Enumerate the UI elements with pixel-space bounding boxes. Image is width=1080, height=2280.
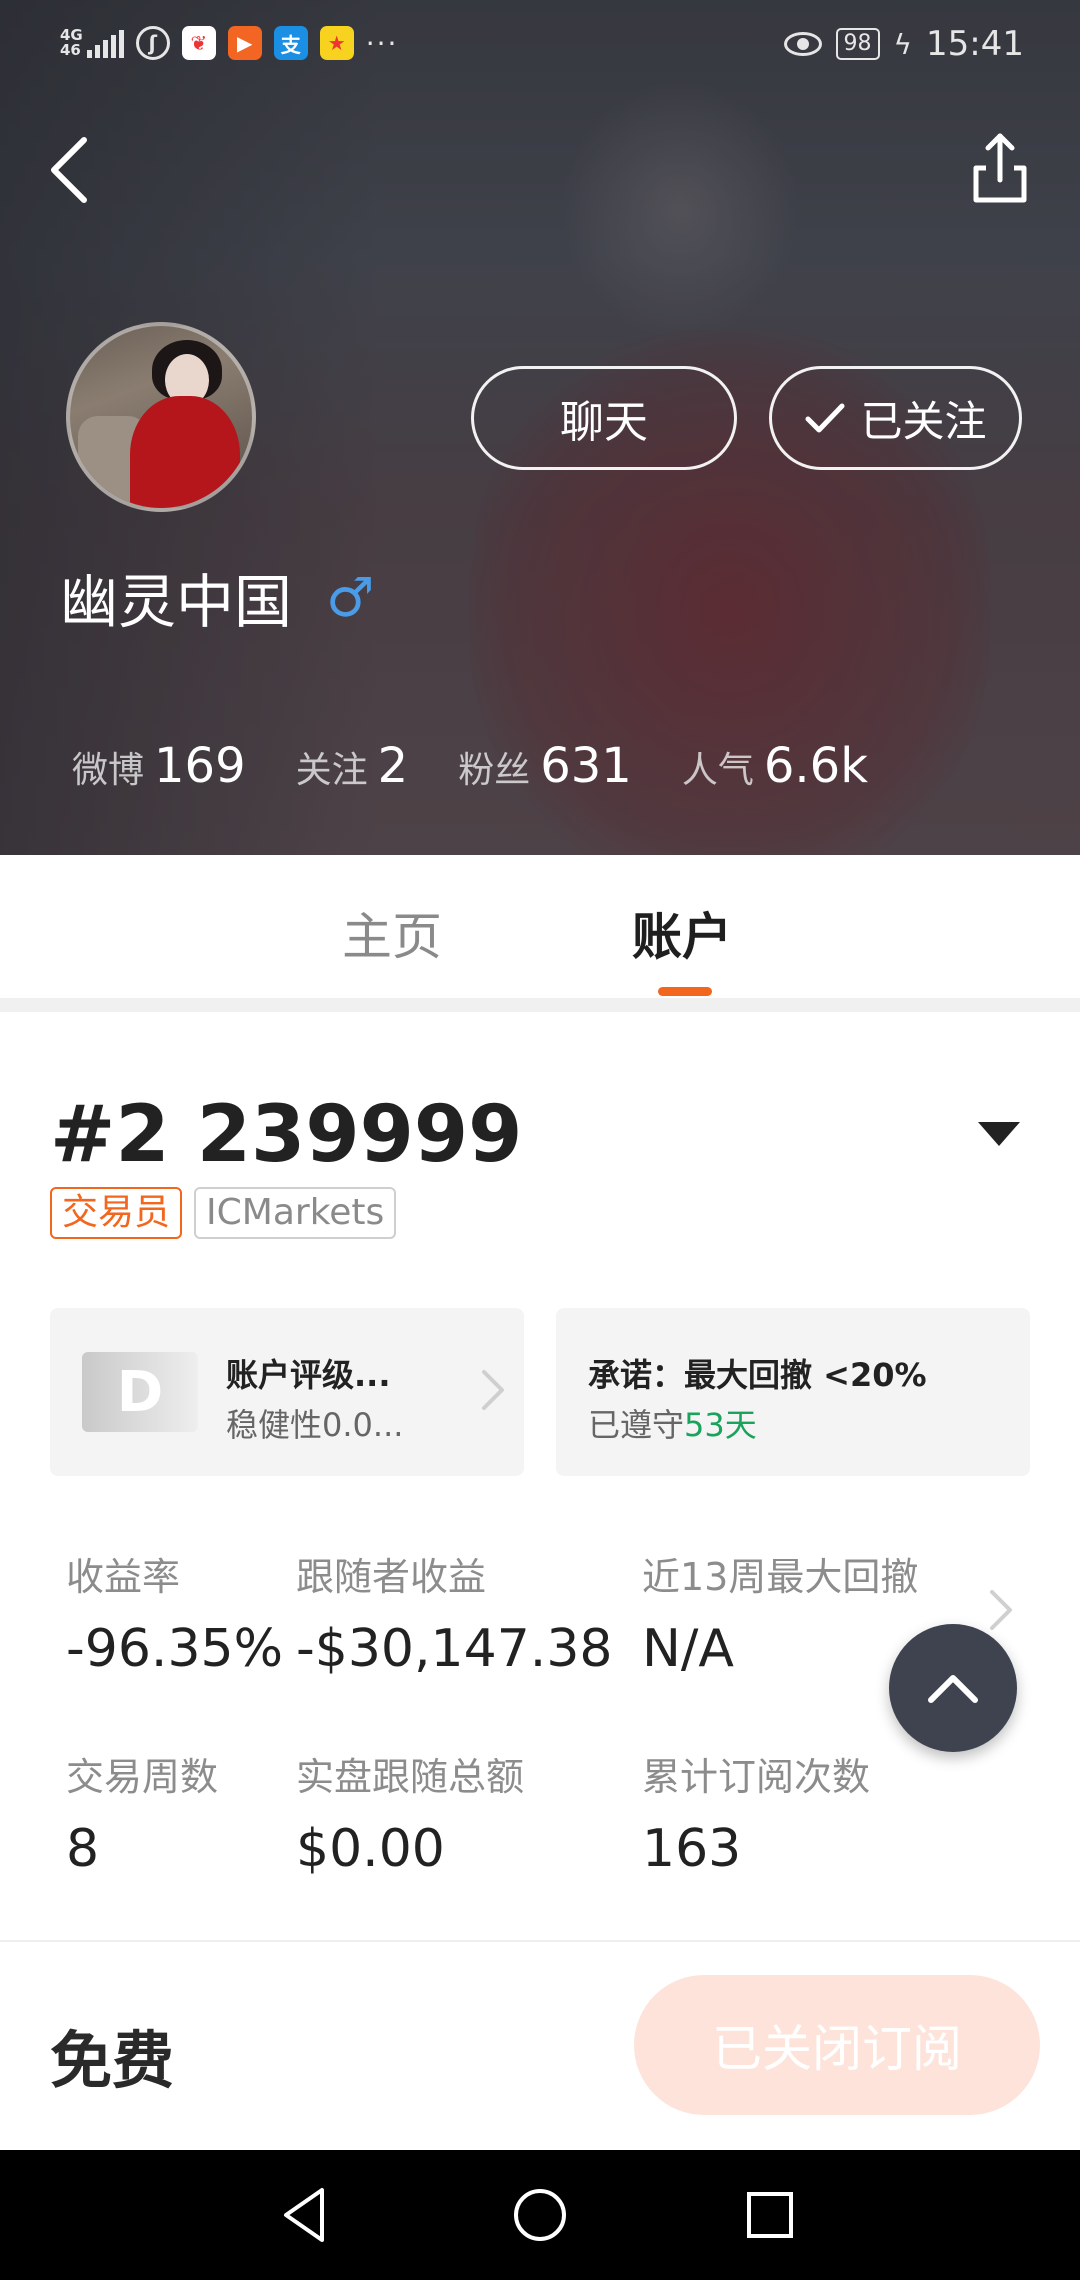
chevron-right-icon[interactable]: [982, 1580, 1022, 1640]
promise-card: 承诺：最大回撤 <20% 已遵守53天: [556, 1308, 1030, 1476]
promise-days: 53天: [684, 1406, 757, 1444]
nav-back-icon[interactable]: [272, 2180, 342, 2250]
nav-recent-apps-icon[interactable]: [735, 2180, 805, 2250]
chat-button[interactable]: 聊天: [471, 366, 737, 470]
tab-home[interactable]: 主页: [342, 897, 442, 969]
tab-account[interactable]: 账户: [632, 897, 732, 969]
metric-subscription-count: 累计订阅次数 163: [642, 1755, 871, 1879]
account-title: #2 239999: [50, 1090, 523, 1180]
metric-return-rate: 收益率 -96.35%: [66, 1555, 284, 1679]
scroll-to-top-button[interactable]: [889, 1624, 1017, 1752]
star-icon: ★: [319, 26, 354, 60]
promise-title: 承诺：最大回撤 <20%: [588, 1356, 927, 1394]
profile-header: 4G 46 ʃ ❦ ▶ 支 ★ ··· 98 ϟ 15:41 聊天 已关注 幽灵…: [0, 0, 1080, 855]
tag-broker: ICMarkets: [194, 1187, 397, 1239]
following-button-label: 已关注: [860, 396, 987, 446]
checkmark-icon: [805, 403, 845, 433]
stat-followers[interactable]: 粉丝 631: [458, 738, 632, 794]
alipay-icon: 支: [273, 26, 308, 60]
rating-subtitle: 稳健性0.0...: [226, 1406, 404, 1444]
username: 幽灵中国: [60, 568, 293, 636]
account-dropdown-icon[interactable]: [978, 1122, 1020, 1146]
active-tab-indicator: [658, 987, 712, 996]
metric-max-drawdown[interactable]: 近13周最大回撤 N/A: [642, 1546, 918, 1679]
profile-tabs: 主页 账户: [0, 855, 1080, 998]
status-bar: 4G 46 ʃ ❦ ▶ 支 ★ ··· 98 ϟ 15:41: [0, 18, 1080, 74]
following-button[interactable]: 已关注: [769, 366, 1022, 470]
weibo-icon: ʃ: [135, 26, 170, 60]
subscribe-button-label: 已关闭订阅: [712, 2020, 962, 2078]
profile-stats: 微博 169 关注 2 粉丝 631 人气 6.6k: [72, 738, 918, 794]
subscription-price: 免费: [50, 2024, 175, 2097]
rating-title: 账户评级...: [226, 1356, 391, 1394]
male-icon: ♂: [326, 565, 375, 629]
charging-icon: ϟ: [893, 27, 913, 61]
account-tags: 交易员 ICMarkets: [50, 1187, 397, 1239]
promise-subtitle: 已遵守53天: [588, 1406, 757, 1444]
chevron-left-icon: [51, 137, 87, 203]
network-subtype: 46: [60, 41, 81, 59]
username-row: 幽灵中国 ♂: [60, 555, 374, 639]
section-divider: [0, 998, 1080, 1012]
metric-live-follow-total: 实盘跟随总额 $0.00: [296, 1755, 525, 1879]
subscribe-button: 已关闭订阅: [634, 1975, 1040, 2115]
shopping-icon: ❦: [181, 26, 216, 60]
share-button[interactable]: [962, 128, 1038, 208]
share-icon: [973, 133, 1027, 203]
chevron-up-icon: [928, 1675, 978, 1703]
stat-weibo[interactable]: 微博 169: [72, 738, 246, 794]
stat-following[interactable]: 关注 2: [296, 738, 409, 794]
more-notifications-icon: ···: [365, 26, 399, 60]
chat-button-label: 聊天: [560, 397, 648, 448]
nav-home-icon[interactable]: [505, 2180, 575, 2250]
signal-icon: 4G 46: [60, 28, 124, 58]
video-icon: ▶: [227, 26, 262, 60]
avatar[interactable]: [66, 322, 256, 512]
rating-grade-badge: D: [82, 1352, 198, 1432]
battery-indicator: 98: [835, 28, 880, 60]
back-button[interactable]: [40, 130, 100, 210]
bottom-bar-divider: [0, 1940, 1080, 1942]
metric-trading-weeks: 交易周数 8: [66, 1755, 219, 1879]
tag-trader: 交易员: [50, 1187, 183, 1239]
eye-comfort-icon: [783, 32, 822, 56]
account-rating-card[interactable]: D 账户评级... 稳健性0.0...: [50, 1308, 524, 1476]
metric-follower-profit: 跟随者收益 -$30,147.38: [296, 1555, 613, 1679]
chevron-right-icon: [482, 1370, 504, 1410]
stat-popularity: 人气 6.6k: [681, 738, 868, 794]
clock: 15:41: [926, 24, 1024, 64]
system-navigation-bar: [0, 2150, 1080, 2280]
